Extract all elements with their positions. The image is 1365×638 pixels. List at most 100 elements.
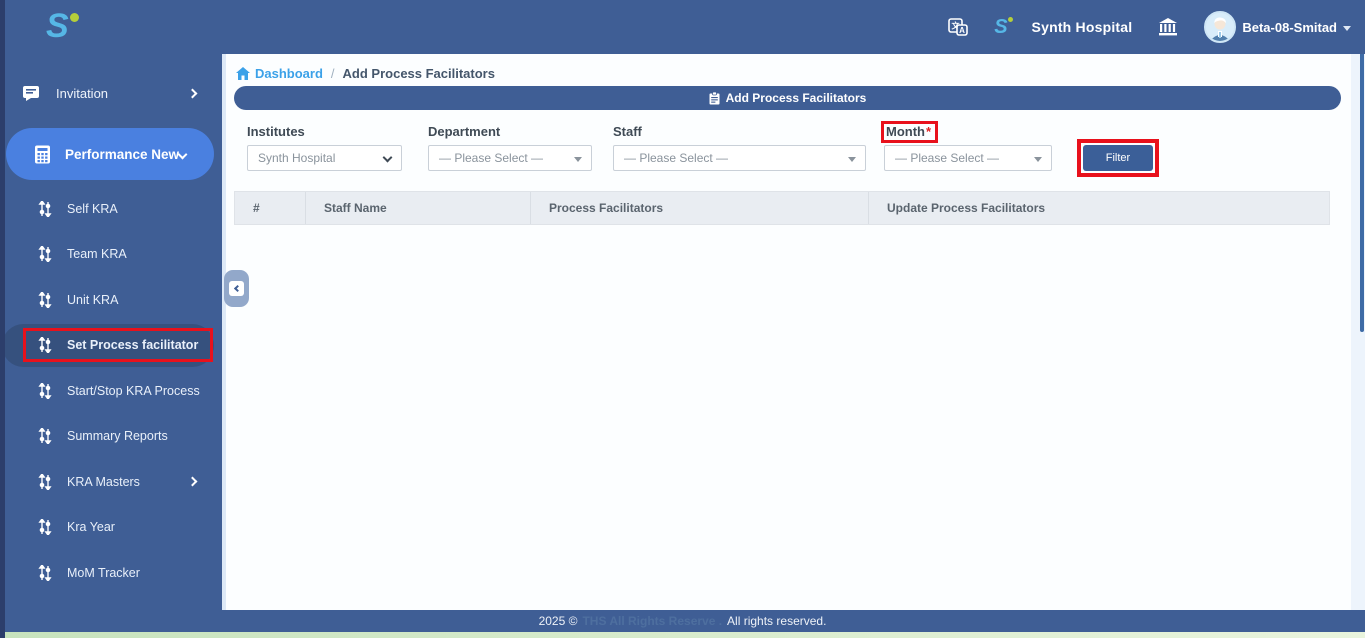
dropdown-arrow-icon (574, 157, 582, 162)
required-asterisk: * (926, 124, 931, 139)
sliders-icon (38, 565, 52, 581)
sidebar-item-label: Invitation (56, 86, 108, 101)
chat-icon (22, 84, 40, 102)
sidebar-item-summary-reports[interactable]: Summary Reports (0, 414, 222, 460)
annotation-box-month: Month * (881, 121, 938, 143)
panel-title-bar: Add Process Facilitators (234, 86, 1341, 110)
institutes-select[interactable]: Synth Hospital (247, 145, 402, 171)
institutes-value: Synth Hospital (258, 151, 335, 165)
breadcrumb-dashboard-link[interactable]: Dashboard (236, 66, 323, 81)
sliders-icon (38, 201, 52, 217)
sidebar-item-unit-kra[interactable]: Unit KRA (0, 277, 222, 323)
sidebar: Invitation Performance New Self KRA Team… (0, 54, 222, 638)
sidebar-item-label: KRA Masters (67, 475, 140, 489)
sidebar-item-label: Kra Year (67, 520, 115, 534)
sliders-icon (38, 428, 52, 444)
table-header-row: # Staff Name Process Facilitators Update… (234, 191, 1330, 225)
collapse-icon (229, 281, 244, 296)
svg-text:A: A (959, 26, 965, 35)
month-label-row: Month * (884, 124, 1052, 145)
translate-icon[interactable]: 文 A (946, 15, 970, 39)
brand-letter-small: S (994, 16, 1007, 38)
filter-staff: Staff — Please Select — (613, 124, 866, 171)
annotation-box-filter: Filter (1077, 139, 1159, 177)
filter-institutes: Institutes Synth Hospital (247, 124, 402, 171)
sliders-icon (38, 474, 52, 490)
sidebar-item-mom-tracker[interactable]: MoM Tracker (0, 550, 222, 596)
chevron-down-icon (383, 153, 393, 163)
calculator-icon (34, 145, 51, 164)
sidebar-item-label: Set Process facilitator (67, 338, 198, 352)
filter-month: Month * — Please Select — (884, 124, 1052, 171)
sidebar-item-label: Summary Reports (67, 429, 168, 443)
staff-label: Staff (613, 124, 866, 145)
breadcrumb-home-label: Dashboard (255, 66, 323, 81)
sidebar-item-set-process-facilitator[interactable]: Set Process facilitator (0, 323, 222, 369)
sidebar-item-label: Self KRA (67, 202, 118, 216)
sidebar-item-self-kra[interactable]: Self KRA (0, 186, 222, 232)
footer: 2025 © THS All Rights Reserve . All righ… (0, 610, 1365, 632)
chevron-right-icon (188, 477, 198, 487)
breadcrumb: Dashboard / Add Process Facilitators (222, 54, 1365, 82)
column-header-process-facilitators: Process Facilitators (531, 192, 869, 224)
clipboard-icon (709, 92, 720, 105)
main-content: Dashboard / Add Process Facilitators Add… (222, 54, 1365, 610)
bank-icon[interactable] (1156, 15, 1180, 39)
breadcrumb-separator: / (331, 66, 335, 81)
month-placeholder: — Please Select — (895, 151, 999, 165)
sliders-icon (38, 246, 52, 262)
annotation-box-set-process-facilitator: Set Process facilitator (23, 328, 213, 362)
home-icon (236, 67, 250, 80)
staff-select[interactable]: — Please Select — (613, 145, 866, 171)
sidebar-item-kra-masters[interactable]: KRA Masters (0, 459, 222, 505)
column-header-staff-name: Staff Name (306, 192, 531, 224)
staff-placeholder: — Please Select — (624, 151, 728, 165)
department-select[interactable]: — Please Select — (428, 145, 592, 171)
avatar (1204, 11, 1236, 43)
window-edge (0, 0, 5, 638)
panel-title: Add Process Facilitators (726, 91, 867, 105)
sidebar-item-team-kra[interactable]: Team KRA (0, 232, 222, 278)
column-header-update-process-facilitators: Update Process Facilitators (869, 192, 1329, 224)
dropdown-arrow-icon (1034, 157, 1042, 162)
user-menu[interactable]: Beta-08-Smitad (1204, 11, 1351, 43)
sliders-icon (38, 383, 52, 399)
brand-icon-small[interactable]: S (994, 16, 1007, 39)
brand-dot-small-icon (1008, 17, 1013, 22)
sliders-icon (38, 519, 52, 535)
filter-button[interactable]: Filter (1083, 145, 1153, 171)
sidebar-item-start-stop-kra-process[interactable]: Start/Stop KRA Process (0, 368, 222, 414)
filters-row: Institutes Synth Hospital Department — P… (222, 110, 1365, 177)
dropdown-arrow-icon (848, 157, 856, 162)
brand-letter: S (46, 4, 69, 48)
sidebar-item-kra-year[interactable]: Kra Year (0, 505, 222, 551)
sidebar-item-label: Performance New (65, 147, 179, 162)
sidebar-collapse-button[interactable] (224, 270, 249, 307)
sidebar-item-label: MoM Tracker (67, 566, 140, 580)
scrollbar-track[interactable] (1351, 54, 1365, 610)
sidebar-item-label: Start/Stop KRA Process (67, 384, 200, 398)
breadcrumb-current: Add Process Facilitators (343, 66, 495, 81)
topbar-actions: 文 A S Synth Hospital (946, 0, 1351, 54)
month-label: Month (886, 124, 925, 139)
chevron-right-icon (188, 88, 198, 98)
footer-rights: All rights reserved. (727, 614, 826, 628)
sliders-icon (38, 292, 52, 308)
institutes-label: Institutes (247, 124, 402, 145)
footer-year: 2025 © (539, 614, 578, 628)
sliders-icon (38, 337, 52, 353)
department-label: Department (428, 124, 592, 145)
footer-link[interactable]: THS All Rights Reserve . (582, 614, 722, 628)
user-name: Beta-08-Smitad (1242, 20, 1337, 35)
brand-dot-icon (70, 13, 79, 22)
month-select[interactable]: — Please Select — (884, 145, 1052, 171)
sidebar-item-label: Team KRA (67, 247, 127, 261)
column-header-number: # (235, 192, 306, 224)
sidebar-item-performance-new[interactable]: Performance New (6, 128, 214, 180)
scrollbar-thumb[interactable] (1360, 48, 1364, 332)
filter-department: Department — Please Select — (428, 124, 592, 171)
footer-accent-strip (0, 632, 1365, 638)
app-logo[interactable]: S (46, 4, 79, 48)
sidebar-item-invitation[interactable]: Invitation (0, 72, 222, 114)
department-placeholder: — Please Select — (439, 151, 543, 165)
